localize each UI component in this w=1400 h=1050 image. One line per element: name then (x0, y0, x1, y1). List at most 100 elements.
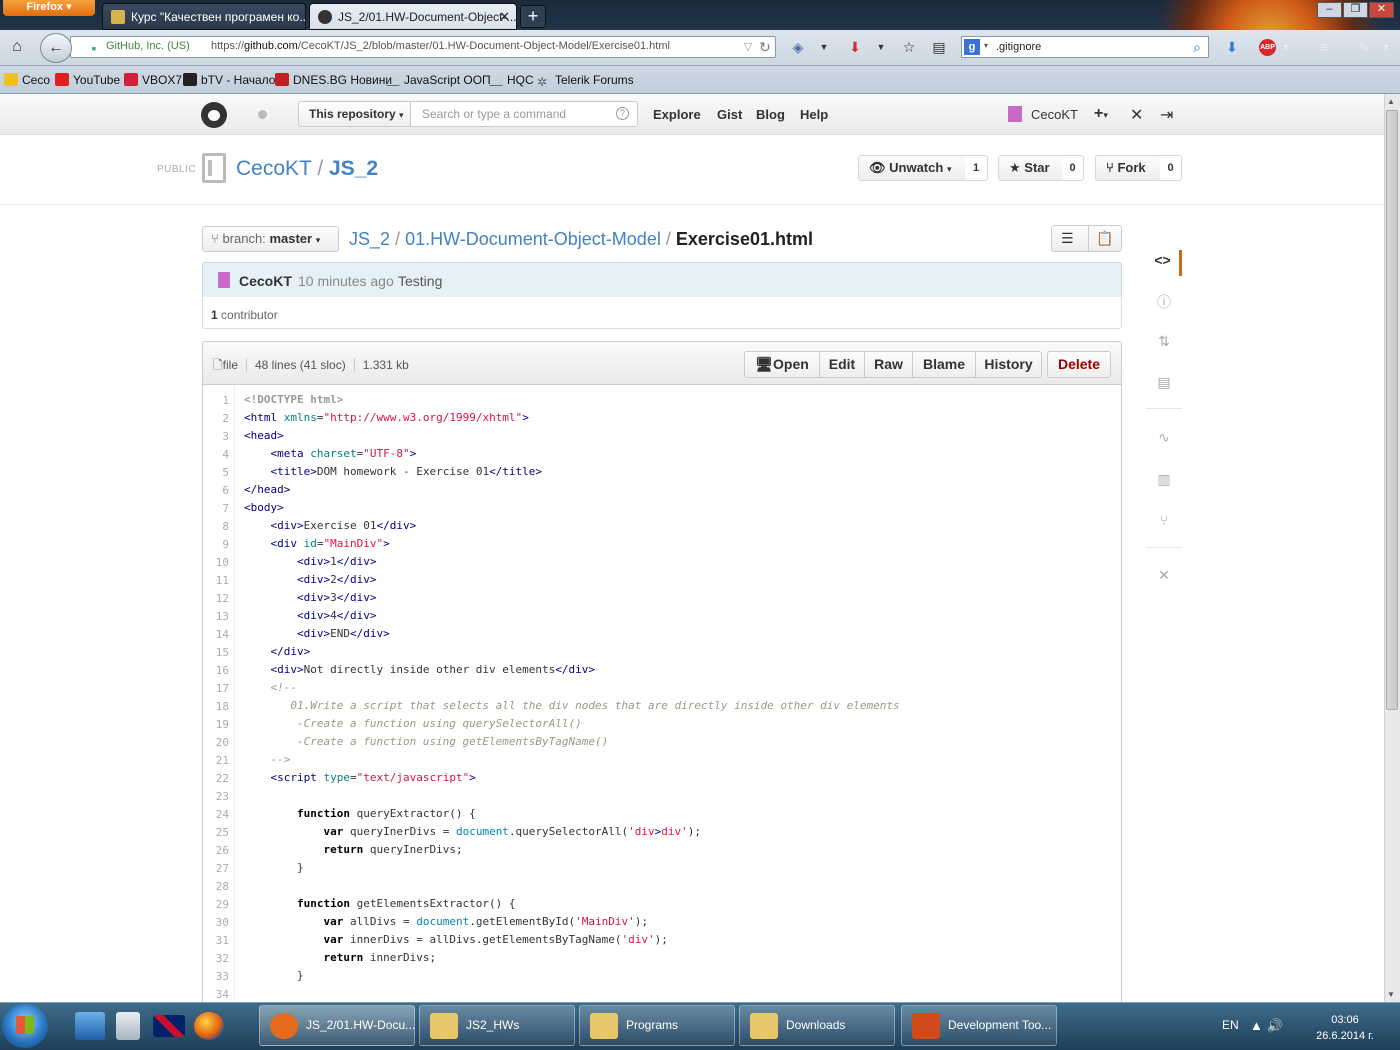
add-icon[interactable]: +▾ (1094, 105, 1108, 123)
bookmark-javascript-oop[interactable]: JavaScript ООП (386, 73, 491, 87)
menu-icon[interactable]: ≡ (1316, 39, 1332, 55)
show-desktop-icon[interactable] (75, 1012, 105, 1040)
line-number[interactable]: 16 (203, 664, 229, 677)
firefox-icon[interactable] (194, 1012, 224, 1040)
github-logo-icon[interactable] (201, 102, 227, 128)
issues-icon[interactable]: ⓘ (1146, 292, 1182, 312)
watchers-count[interactable]: 1 (965, 155, 988, 181)
github-search-input[interactable]: Search or type a command? (410, 101, 638, 127)
line-number[interactable]: 12 (203, 592, 229, 605)
breadcrumb-root[interactable]: JS_2 (349, 229, 390, 249)
line-number[interactable]: 19 (203, 718, 229, 731)
line-number[interactable]: 20 (203, 736, 229, 749)
nav-gist[interactable]: Gist (717, 107, 742, 122)
line-number[interactable]: 5 (203, 466, 229, 479)
search-scope-button[interactable]: This repository ▾ (298, 101, 411, 127)
line-number[interactable]: 34 (203, 988, 229, 1001)
dropdown-arrow-icon[interactable]: ▼ (1378, 39, 1394, 55)
username-link[interactable]: CecoKT (1031, 107, 1078, 122)
browser-tab-github[interactable]: JS_2/01.HW-Document-Object-... ✕ (309, 3, 517, 30)
stars-count[interactable]: 0 (1062, 155, 1084, 181)
line-number[interactable]: 7 (203, 502, 229, 515)
sign-out-icon[interactable]: ⇥ (1160, 105, 1173, 125)
delete-button[interactable]: Delete (1047, 351, 1111, 378)
line-number[interactable]: 8 (203, 520, 229, 533)
downloads-icon[interactable]: ⬇ (1224, 39, 1240, 55)
line-number[interactable]: 26 (203, 844, 229, 857)
home-icon[interactable]: ⌂ (6, 38, 28, 58)
minimize-button[interactable]: – (1317, 2, 1342, 18)
code-icon[interactable]: <> (1146, 250, 1182, 276)
bookmark-ceco[interactable]: Ceco (4, 73, 50, 87)
wiki-icon[interactable]: ▤ (1146, 374, 1182, 391)
bookmark-btv[interactable]: bTV - Начало (183, 73, 275, 87)
forks-count[interactable]: 0 (1160, 155, 1182, 181)
network-icon[interactable]: ⑂ (1146, 512, 1182, 528)
engine-dropdown-icon[interactable]: ▾ (984, 41, 988, 50)
google-search-engine-icon[interactable]: g (964, 39, 980, 55)
show-hidden-icons-icon[interactable]: ▲ (1250, 1018, 1263, 1033)
volume-icon[interactable]: 🔊 (1267, 1018, 1283, 1033)
adblock-dropdown-icon[interactable]: ▼ (1278, 39, 1294, 55)
repo-name-link[interactable]: JS_2 (329, 157, 378, 180)
maximize-button[interactable]: ❐ (1343, 2, 1368, 18)
language-indicator[interactable]: EN (1222, 1018, 1239, 1032)
line-number[interactable]: 14 (203, 628, 229, 641)
breadcrumb-folder[interactable]: 01.HW-Document-Object-Model (405, 229, 661, 249)
new-tab-button[interactable]: + (520, 5, 546, 28)
line-number[interactable]: 11 (203, 574, 229, 587)
line-number[interactable]: 24 (203, 808, 229, 821)
url-text[interactable]: https://github.com/CecoKT/JS_2/blob/mast… (211, 40, 670, 52)
line-number[interactable]: 32 (203, 952, 229, 965)
calculator-icon[interactable] (116, 1012, 140, 1040)
line-number[interactable]: 23 (203, 790, 229, 803)
line-number[interactable]: 25 (203, 826, 229, 839)
scrollbar-thumb[interactable] (1386, 110, 1398, 710)
close-tab-icon[interactable]: ✕ (499, 4, 510, 29)
search-icon[interactable]: ⌕ (1189, 39, 1205, 55)
line-number[interactable]: 29 (203, 898, 229, 911)
addon-icon[interactable]: ◈ (790, 39, 806, 55)
clipboard-icon[interactable]: 📋 (1096, 230, 1113, 247)
nav-explore[interactable]: Explore (653, 107, 701, 122)
help-icon[interactable]: ? (616, 107, 629, 120)
unwatch-button[interactable]: 👁 Unwatch ▾ (858, 155, 966, 181)
line-number[interactable]: 9 (203, 538, 229, 551)
line-number[interactable]: 4 (203, 448, 229, 461)
history-button[interactable]: History (975, 351, 1042, 378)
graphs-icon[interactable]: ▥ (1146, 471, 1182, 488)
star-button[interactable]: ★ Star (998, 155, 1063, 181)
edit-button[interactable]: Edit (819, 351, 865, 378)
line-number[interactable]: 15 (203, 646, 229, 659)
dropdown-arrow-icon[interactable]: ▼ (816, 39, 832, 55)
uk-flag-icon[interactable] (153, 1015, 185, 1037)
scroll-down-icon[interactable]: ▼ (1387, 990, 1395, 999)
pull-requests-icon[interactable]: ⇅ (1146, 333, 1182, 350)
bookmark-dnes[interactable]: DNES.BG Новини (275, 73, 392, 87)
account-settings-icon[interactable]: ✕ (1130, 105, 1143, 125)
close-window-button[interactable]: ✕ (1369, 2, 1394, 18)
taskbar-item-development-tools[interactable]: Development Too... (901, 1005, 1057, 1046)
blame-button[interactable]: Blame (912, 351, 976, 378)
line-number[interactable]: 22 (203, 772, 229, 785)
avatar[interactable] (1008, 106, 1022, 122)
line-number[interactable]: 21 (203, 754, 229, 767)
search-input[interactable]: .gitignore (996, 41, 1041, 53)
line-number[interactable]: 3 (203, 430, 229, 443)
line-number[interactable]: 30 (203, 916, 229, 929)
branch-selector[interactable]: ⑂ branch: master ▾ (202, 226, 339, 252)
download-addon-icon[interactable]: ⬇ (847, 39, 863, 55)
bookmark-youtube[interactable]: YouTube (55, 73, 120, 87)
raw-button[interactable]: Raw (864, 351, 913, 378)
line-number[interactable]: 27 (203, 862, 229, 875)
bookmark-telerik-forums[interactable]: ✲ Telerik Forums (537, 73, 634, 89)
line-number[interactable]: 18 (203, 700, 229, 713)
bookmark-dropdown-icon[interactable]: ▽ (740, 39, 756, 55)
pulse-icon[interactable]: ∿ (1146, 429, 1182, 446)
line-number[interactable]: 13 (203, 610, 229, 623)
avatar[interactable] (218, 272, 230, 288)
open-button[interactable]: 🖥Open (744, 351, 820, 378)
start-button[interactable] (2, 1004, 48, 1048)
line-number[interactable]: 1 (203, 394, 229, 407)
line-number[interactable]: 6 (203, 484, 229, 497)
